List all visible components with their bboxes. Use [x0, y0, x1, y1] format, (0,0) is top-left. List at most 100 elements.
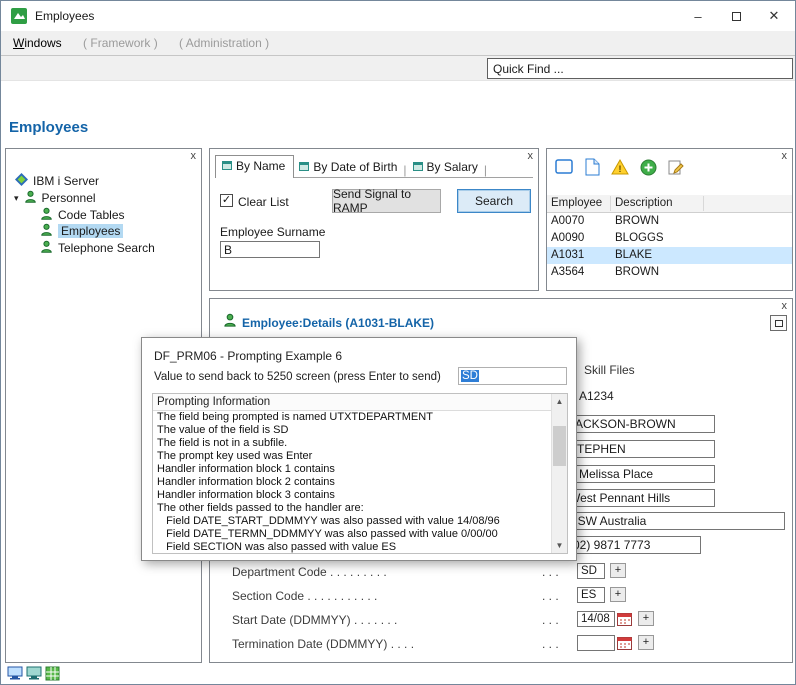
description-cell: BROWN: [615, 215, 659, 227]
section-code-field[interactable]: ES: [577, 587, 605, 603]
scroll-down-button[interactable]: ▼: [552, 538, 567, 553]
dots: . . .: [542, 637, 559, 651]
tab-by-name[interactable]: By Name: [215, 155, 294, 178]
column-divider[interactable]: [703, 196, 704, 211]
calendar-icon: [617, 636, 632, 650]
tab-by-date-of-birth[interactable]: By Date of Birth: [294, 157, 402, 177]
section-code-prompt-button[interactable]: +: [610, 587, 626, 602]
employee-code-text: A1234: [579, 389, 614, 403]
tree-panel-close-button[interactable]: x: [191, 149, 197, 164]
menu-item-windows[interactable]: Windows: [4, 31, 71, 55]
calendar-icon: [617, 612, 632, 626]
description-cell: BROWN: [615, 266, 659, 278]
tree-item-label: Personnel: [42, 191, 96, 205]
results-panel-close-button[interactable]: x: [782, 149, 788, 164]
table-row[interactable]: A0090 BLOGGS: [547, 230, 792, 247]
description-cell: BLOGGS: [615, 232, 664, 244]
toolbar-row: Quick Find ...: [1, 55, 795, 81]
maximize-button[interactable]: [717, 1, 755, 31]
list-header[interactable]: Prompting Information: [153, 394, 551, 411]
table-row[interactable]: A3564 BROWN: [547, 264, 792, 281]
column-header-employee[interactable]: Employee: [551, 197, 602, 209]
grid-icon[interactable]: [45, 666, 60, 684]
tree-expand-icon[interactable]: ▾: [14, 193, 19, 203]
minimize-button[interactable]: –: [679, 1, 717, 31]
list-item[interactable]: Handler information block 1 contains: [153, 463, 551, 476]
table-row-selected[interactable]: A1031 BLAKE: [547, 247, 792, 264]
list-item[interactable]: The value of the field is SD: [153, 424, 551, 437]
start-date-calendar-button[interactable]: [616, 611, 632, 626]
details-title: Employee:Details (A1031-BLAKE): [242, 316, 434, 330]
given-names-field[interactable]: STEPHEN: [565, 440, 715, 458]
list-item[interactable]: The field being prompted is named UTXTDE…: [153, 411, 551, 424]
prompt-label: Value to send back to 5250 screen (press…: [154, 371, 441, 383]
send-signal-to-ramp-button[interactable]: Send Signal to RAMP: [332, 189, 441, 213]
terminal-icon[interactable]: [7, 666, 23, 684]
blank-form-button[interactable]: [553, 157, 575, 177]
tab-by-salary[interactable]: By Salary: [408, 157, 483, 177]
close-button[interactable]: ✕: [755, 1, 793, 31]
quick-find-box[interactable]: Quick Find ...: [487, 58, 793, 79]
page-heading: Employees: [9, 119, 88, 136]
department-code-label: Department Code . . . . . . . . .: [232, 565, 387, 579]
list-item[interactable]: Field DATE_TERMN_DDMMYY was also passed …: [153, 528, 551, 541]
list-icon: [413, 160, 423, 174]
suburb-field[interactable]: West Pennant Hills: [565, 489, 715, 507]
search-button[interactable]: Search: [457, 189, 531, 213]
scroll-up-button[interactable]: ▲: [552, 394, 567, 409]
start-date-prompt-button[interactable]: +: [638, 611, 654, 626]
list-item[interactable]: The prompt key used was Enter: [153, 450, 551, 463]
table-row[interactable]: A0070 BROWN: [547, 213, 792, 230]
column-header-description[interactable]: Description: [615, 197, 673, 209]
tree-item-employees[interactable]: Employees: [40, 223, 123, 239]
list-item[interactable]: The field is not in a subfile.: [153, 437, 551, 450]
restore-button[interactable]: [770, 315, 787, 331]
document-icon: [585, 158, 600, 176]
scroll-thumb[interactable]: [553, 426, 566, 466]
document-button[interactable]: [581, 157, 603, 177]
termination-date-calendar-button[interactable]: [616, 635, 632, 650]
tree-item-code-tables[interactable]: Code Tables: [40, 207, 125, 223]
warning-button[interactable]: !: [609, 157, 631, 177]
termination-date-label: Termination Date (DDMMYY) . . . .: [232, 637, 414, 651]
termination-date-prompt-button[interactable]: +: [638, 635, 654, 650]
list-item[interactable]: The other fields passed to the handler a…: [153, 502, 551, 515]
details-panel-close-button[interactable]: x: [782, 299, 788, 314]
list-item[interactable]: Field SECTION was also passed with value…: [153, 541, 551, 554]
tree-item-telephone-search[interactable]: Telephone Search: [40, 240, 155, 256]
tree-item-label: Code Tables: [58, 208, 125, 222]
window-controls: – ✕: [679, 1, 793, 31]
vertical-scrollbar[interactable]: ▲ ▼: [551, 394, 567, 553]
monitor-icon[interactable]: [26, 666, 42, 684]
menu-bar: Windows ( Framework ) ( Administration ): [1, 31, 795, 55]
tree-item-personnel[interactable]: ▾ Personnel: [14, 190, 96, 206]
prompt-input[interactable]: SD: [458, 367, 567, 385]
dots: . . .: [542, 565, 559, 579]
list-item[interactable]: Handler information block 2 contains: [153, 476, 551, 489]
add-button[interactable]: [637, 157, 659, 177]
column-divider[interactable]: [610, 196, 611, 211]
person-icon: [40, 223, 53, 239]
tab-label: By Date of Birth: [313, 160, 397, 174]
results-panel: x ! Employee Description A0070 BROWN A00…: [546, 148, 793, 291]
department-code-field[interactable]: SD: [577, 563, 605, 579]
list-item[interactable]: Handler information block 3 contains: [153, 489, 551, 502]
tree-item-ibm-i-server[interactable]: IBM i Server: [15, 173, 99, 189]
edit-button[interactable]: [665, 157, 687, 177]
menu-item-administration: ( Administration ): [170, 31, 278, 55]
clear-list-checkbox[interactable]: ✓: [220, 194, 233, 207]
termination-date-field[interactable]: [577, 635, 615, 651]
surname-field[interactable]: JACKSON-BROWN: [565, 415, 715, 433]
start-date-label: Start Date (DDMMYY) . . . . . . .: [232, 613, 397, 627]
phone-field[interactable]: (02) 9871 7773: [565, 536, 701, 554]
street-field[interactable]: 5 Melissa Place: [565, 465, 715, 483]
list-item[interactable]: Field DATE_START_DDMMYY was also passed …: [153, 515, 551, 528]
selected-text: SD: [461, 370, 479, 382]
state-country-field[interactable]: NSW Australia: [565, 512, 785, 530]
status-bar: [7, 666, 60, 684]
ibm-i-server-icon: [15, 173, 28, 189]
department-code-prompt-button[interactable]: +: [610, 563, 626, 578]
menu-item-framework: ( Framework ): [74, 31, 167, 55]
employee-surname-input[interactable]: B: [220, 241, 320, 258]
start-date-field[interactable]: 14/08: [577, 611, 615, 627]
